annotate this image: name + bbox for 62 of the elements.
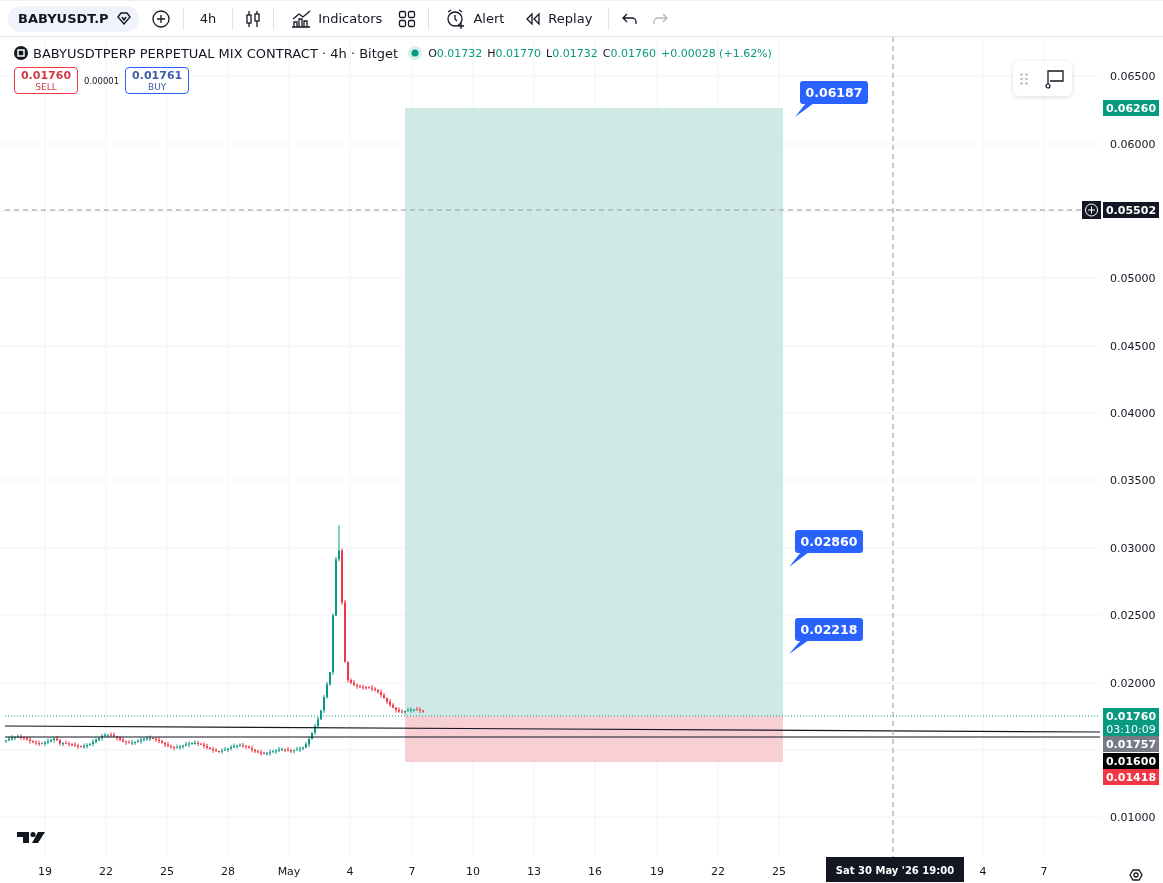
interval-button[interactable]: 4h <box>195 11 221 26</box>
crosshair-time-badge: Sat 30 May '26 19:00 <box>826 857 964 882</box>
diamond-icon[interactable] <box>114 10 133 27</box>
time-axis-label: 4 <box>979 865 987 878</box>
price-axis-label: 0.03000 <box>1110 542 1156 555</box>
spread-value: 0.00001 <box>84 75 120 86</box>
candlestick-icon[interactable] <box>245 8 262 29</box>
time-axis-label: 7 <box>408 865 416 878</box>
price-axis-label: 0.06500 <box>1110 70 1156 83</box>
ohlc-value: O0.01732 <box>428 46 483 60</box>
time-axis-label: May <box>277 865 301 878</box>
price-axis-label: 0.04000 <box>1110 407 1156 420</box>
price-badge: 0.05502 <box>1103 202 1159 218</box>
time-axis-label: 16 <box>588 865 602 878</box>
drag-handle-icon[interactable] <box>1020 72 1029 85</box>
trend-line[interactable] <box>4 725 1101 733</box>
replay-button[interactable]: Replay <box>520 10 597 27</box>
price-badge: 0.01600 <box>1103 753 1159 769</box>
ohlc-value: C0.01760 <box>602 46 656 60</box>
symbol-name[interactable]: BABYUSDT.P <box>18 11 109 26</box>
price-axis-label: 0.05000 <box>1110 272 1156 285</box>
callout-flag-icon[interactable] <box>1042 67 1065 90</box>
time-axis-label: 25 <box>160 865 174 878</box>
price-axis-label: 0.03500 <box>1110 474 1156 487</box>
add-circle-icon[interactable] <box>150 8 171 29</box>
tradingview-logo-icon <box>17 831 45 843</box>
symbol-title[interactable]: BABYUSDTPERP PERPETUAL MIX CONTRACT · 4h · Bitget <box>33 45 399 61</box>
time-axis-label: 13 <box>527 865 541 878</box>
ohlc-value: H0.01770 <box>487 46 542 60</box>
price-axis-label: 0.01000 <box>1110 811 1156 824</box>
time-axis-label: 22 <box>99 865 113 878</box>
alert-button[interactable]: Alert <box>441 7 509 30</box>
time-axis-label: 10 <box>466 865 480 878</box>
market-status-dot-icon[interactable] <box>407 45 424 61</box>
grid-layout-icon[interactable] <box>398 9 417 28</box>
price-axis-label: 0.04500 <box>1110 340 1156 353</box>
price-badge: 0.01757 <box>1103 736 1159 752</box>
price-badge: 0.01418 <box>1103 769 1159 785</box>
sell-button[interactable]: 0.01760 SELL <box>14 67 78 94</box>
time-axis-label: 4 <box>346 865 354 878</box>
price-badge: 0.01760 03:10:09 <box>1103 708 1159 737</box>
ohlc-value: L0.01732 <box>546 46 598 60</box>
bar-chart-icon[interactable] <box>290 8 313 29</box>
time-axis-label: 7 <box>1040 865 1048 878</box>
price-axis-label: 0.06000 <box>1110 138 1156 151</box>
price-axis-label: 0.02000 <box>1110 677 1156 690</box>
buy-button[interactable]: 0.01761 BUY <box>125 67 190 94</box>
price-axis-label: 0.02500 <box>1110 609 1156 622</box>
indicators-button[interactable]: Indicators <box>286 8 387 29</box>
exchange-logo-icon <box>14 46 28 60</box>
time-axis-label: 25 <box>772 865 786 878</box>
add-circle-icon[interactable] <box>1082 201 1101 219</box>
settings-icon[interactable] <box>1129 869 1143 881</box>
time-axis-label: 22 <box>711 865 725 878</box>
rewind-icon[interactable] <box>524 10 543 27</box>
price-badge: 0.06260 <box>1103 100 1159 116</box>
time-axis-label: 28 <box>221 865 235 878</box>
loss-zone[interactable] <box>405 716 783 762</box>
price-change: +0.00028 (+1.62%) <box>660 46 772 60</box>
symbol-search-button[interactable]: BABYUSDT.P <box>8 5 139 32</box>
time-axis-label: 19 <box>38 865 52 878</box>
time-axis-label: 19 <box>650 865 664 878</box>
